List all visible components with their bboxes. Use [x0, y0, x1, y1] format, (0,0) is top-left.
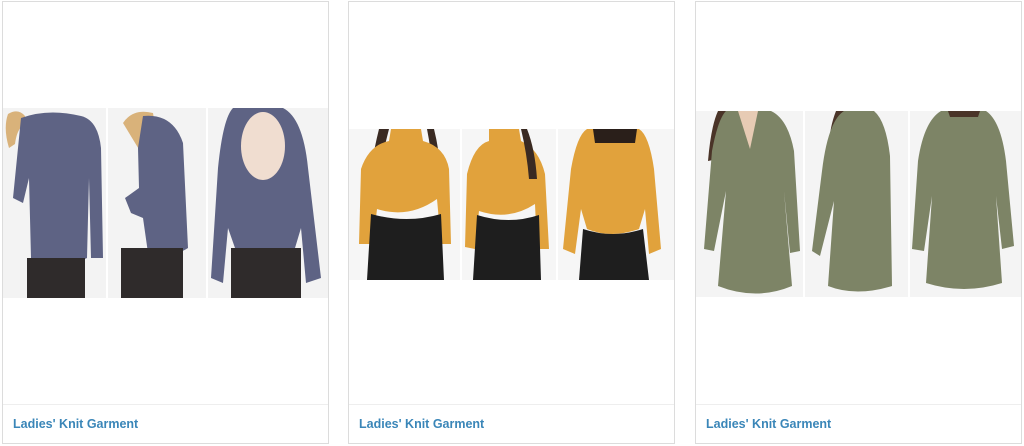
product-footer: Ladies' Knit Garment [349, 404, 674, 443]
product-photo[interactable] [696, 111, 1021, 297]
product-photo[interactable] [349, 129, 674, 280]
garment-photo-icon [3, 108, 328, 298]
product-card[interactable]: Ladies' Knit Garment [348, 1, 675, 444]
product-title-link[interactable]: Ladies' Knit Garment [13, 417, 138, 431]
product-image-area[interactable] [3, 2, 328, 404]
product-image-area[interactable] [349, 2, 674, 404]
product-title-link[interactable]: Ladies' Knit Garment [706, 417, 831, 431]
product-title-link[interactable]: Ladies' Knit Garment [359, 417, 484, 431]
product-card[interactable]: Ladies' Knit Garment [695, 1, 1022, 444]
garment-photo-icon [349, 129, 674, 280]
product-footer: Ladies' Knit Garment [3, 404, 328, 443]
product-photo[interactable] [3, 108, 328, 298]
garment-photo-icon [696, 111, 1021, 297]
product-footer: Ladies' Knit Garment [696, 404, 1021, 443]
product-image-area[interactable] [696, 2, 1021, 404]
product-card[interactable]: Ladies' Knit Garment [2, 1, 329, 444]
